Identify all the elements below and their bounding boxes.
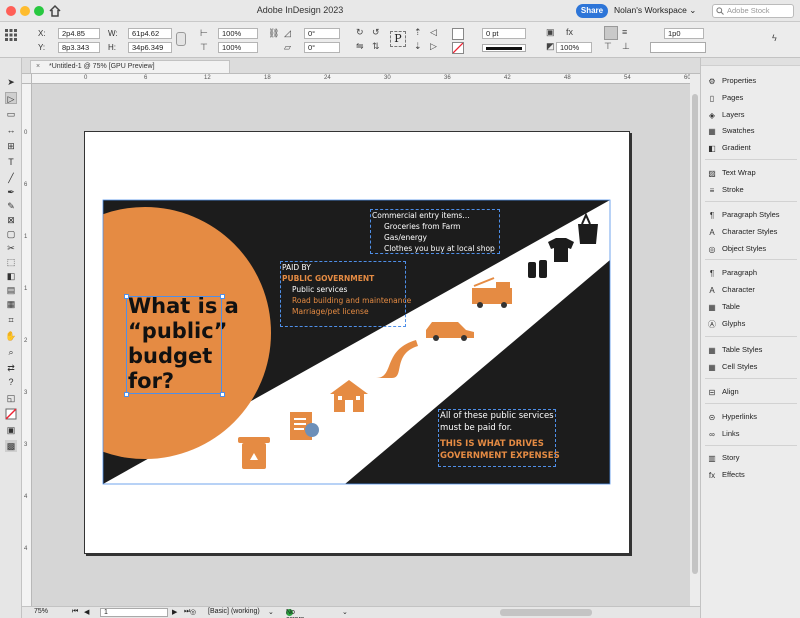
next-page-button[interactable]: ▶ bbox=[172, 608, 177, 616]
panel-label: Cell Styles bbox=[722, 362, 758, 371]
panels-dock: ⚙ Properties ▯ Pages ◈ Layers ▦ Swatches ◧ Gradie… bbox=[700, 58, 800, 618]
panel-character-styles[interactable]: A Character Styles bbox=[707, 225, 799, 239]
panel-label: Layers bbox=[722, 110, 745, 119]
selection-handle[interactable] bbox=[220, 392, 225, 397]
panel-table[interactable]: ▦ Table bbox=[707, 300, 799, 314]
pages-icon: ▯ bbox=[709, 94, 715, 103]
style-source-chevron-icon[interactable]: ⌄ bbox=[268, 608, 274, 616]
panel-align[interactable]: ⊟ Align bbox=[707, 385, 799, 399]
panel-character[interactable]: A Character bbox=[707, 283, 799, 297]
horizontal-scroll-thumb[interactable] bbox=[500, 609, 592, 616]
panel-glyphs[interactable]: Ⓐ Glyphs bbox=[707, 317, 799, 331]
panel-divider bbox=[705, 201, 797, 202]
expenses-selection-box bbox=[438, 409, 556, 467]
panel-label: Paragraph Styles bbox=[722, 210, 780, 219]
page-number-field[interactable]: 1 bbox=[100, 608, 168, 617]
character-icon: A bbox=[709, 286, 715, 295]
gradient-icon: ◧ bbox=[708, 144, 716, 153]
adobe-stock-placeholder: Adobe Stock bbox=[727, 6, 770, 15]
panel-paragraph[interactable]: ¶ Paragraph bbox=[707, 266, 799, 280]
panel-label: Glyphs bbox=[722, 319, 746, 328]
align-icon: ⊟ bbox=[708, 388, 716, 397]
layers-icon: ◈ bbox=[708, 111, 716, 120]
status-bar: 75% ⏮ ◀ 1 ▶ ⏭ ◎ [Basic] (working) ⌄ No e… bbox=[22, 606, 700, 618]
panel-label: Gradient bbox=[722, 143, 751, 152]
panel-divider bbox=[705, 259, 797, 260]
paragraph-styles-icon: ¶ bbox=[709, 211, 715, 220]
panel-divider bbox=[705, 378, 797, 379]
properties-icon: ⚙ bbox=[708, 77, 716, 86]
panel-label: Effects bbox=[722, 470, 745, 479]
search-icon bbox=[716, 7, 724, 15]
panel-hyperlinks[interactable]: ⊝ Hyperlinks bbox=[707, 410, 799, 424]
panel-label: Pages bbox=[722, 93, 744, 102]
panel-object-styles[interactable]: ◎ Object Styles bbox=[707, 242, 799, 256]
effects-icon: fx bbox=[708, 471, 716, 480]
panel-label: Hyperlinks bbox=[722, 412, 758, 421]
first-page-button[interactable]: ⏮ bbox=[72, 608, 78, 616]
links-icon: ∞ bbox=[709, 430, 715, 439]
panel-text-wrap[interactable]: ▨ Text Wrap bbox=[707, 166, 799, 180]
adobe-stock-search-input[interactable]: Adobe Stock bbox=[712, 4, 794, 18]
style-source-label[interactable]: [Basic] (working) bbox=[208, 608, 260, 615]
panel-divider bbox=[705, 159, 797, 160]
panel-label: Links bbox=[722, 429, 740, 438]
table-icon: ▦ bbox=[708, 303, 716, 312]
open-document-icon[interactable]: ◎ bbox=[190, 608, 196, 616]
panel-layers[interactable]: ◈ Layers bbox=[707, 108, 799, 122]
previous-page-button[interactable]: ◀ bbox=[84, 608, 89, 616]
panel-label: Object Styles bbox=[722, 244, 767, 253]
panel-label: Swatches bbox=[722, 126, 755, 135]
preflight-menu-icon[interactable]: ⌄ bbox=[342, 608, 348, 616]
hyperlinks-icon: ⊝ bbox=[708, 413, 716, 422]
panel-label: Table bbox=[722, 302, 740, 311]
selection-handle[interactable] bbox=[124, 392, 129, 397]
swatches-icon: ▦ bbox=[708, 127, 716, 136]
panel-label: Table Styles bbox=[722, 345, 763, 354]
panel-story[interactable]: ▥ Story bbox=[707, 451, 799, 465]
panel-label: Align bbox=[722, 387, 739, 396]
panel-cell-styles[interactable]: ▦ Cell Styles bbox=[707, 360, 799, 374]
panel-label: Story bbox=[722, 453, 740, 462]
bottles-icon bbox=[525, 256, 549, 280]
panel-dock-grip[interactable] bbox=[701, 58, 800, 66]
selection-handle[interactable] bbox=[220, 294, 225, 299]
panel-label: Text Wrap bbox=[722, 168, 756, 177]
panel-divider bbox=[705, 445, 797, 446]
preflight-status-label: No errors bbox=[286, 609, 304, 618]
table-styles-icon: ▦ bbox=[708, 346, 716, 355]
panel-divider bbox=[705, 336, 797, 337]
panel-effects[interactable]: fx Effects bbox=[707, 468, 799, 482]
headline-selection-box bbox=[126, 296, 222, 394]
panel-table-styles[interactable]: ▦ Table Styles bbox=[707, 343, 799, 357]
story-icon: ▥ bbox=[708, 454, 716, 463]
panel-label: Properties bbox=[722, 76, 757, 85]
paragraph-icon: ¶ bbox=[709, 269, 715, 278]
lightning-icon[interactable]: ϟ bbox=[772, 33, 777, 43]
panel-label: Paragraph bbox=[722, 268, 758, 277]
cell-styles-icon: ▦ bbox=[708, 363, 716, 372]
panel-properties[interactable]: ⚙ Properties bbox=[707, 74, 799, 88]
panel-label: Character Styles bbox=[722, 227, 778, 236]
panel-pages[interactable]: ▯ Pages bbox=[707, 91, 799, 105]
panel-links[interactable]: ∞ Links bbox=[707, 427, 799, 441]
character-styles-icon: A bbox=[709, 228, 715, 237]
panel-swatches[interactable]: ▦ Swatches bbox=[707, 124, 799, 138]
panel-gradient[interactable]: ◧ Gradient bbox=[707, 141, 799, 155]
selection-handle[interactable] bbox=[124, 294, 129, 299]
panel-label: Character bbox=[722, 285, 755, 294]
glyphs-icon: Ⓐ bbox=[708, 320, 716, 329]
items-list-selection-box bbox=[370, 209, 500, 254]
panel-stroke[interactable]: ≡ Stroke bbox=[707, 183, 799, 197]
object-styles-icon: ◎ bbox=[708, 245, 716, 254]
government-selection-box bbox=[280, 261, 406, 327]
stroke-icon: ≡ bbox=[709, 186, 715, 195]
panel-label: Stroke bbox=[722, 185, 744, 194]
zoom-level-dropdown[interactable]: 75% bbox=[34, 608, 48, 615]
text-wrap-icon: ▨ bbox=[708, 169, 716, 178]
panel-divider bbox=[705, 403, 797, 404]
panel-paragraph-styles[interactable]: ¶ Paragraph Styles bbox=[707, 208, 799, 222]
trash-icon bbox=[238, 437, 270, 469]
